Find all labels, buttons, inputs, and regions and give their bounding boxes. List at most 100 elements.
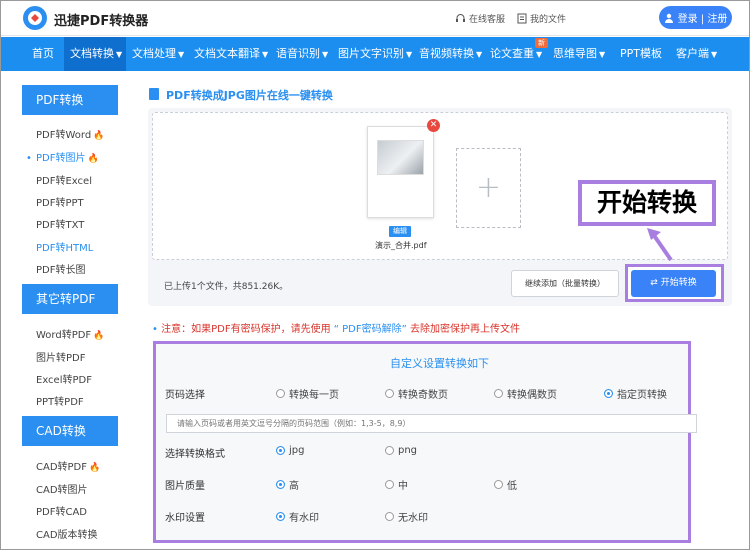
chevron-down-icon: ▼ bbox=[599, 50, 606, 59]
main-nav: 首页 文档转换 ▼ 文档处理 ▼ 文档文本翻译 ▼ 语音识别 ▼ 图片文字识别 ▼ 音视频… bbox=[0, 37, 750, 71]
login-register-label: 登录 | 注册 bbox=[677, 14, 728, 25]
sidebar-item-pdf-to-cad[interactable]: PDF转CAD bbox=[36, 503, 87, 518]
password-remove-link[interactable]: “ PDF密码解除” bbox=[334, 324, 407, 335]
sidebar-item-cad-version[interactable]: CAD版本转换 bbox=[36, 526, 98, 541]
start-convert-button[interactable]: ⇄ 开始转换 bbox=[631, 270, 716, 297]
sidebar-item-pdf-to-word[interactable]: PDF转Word 🔥 bbox=[36, 126, 104, 141]
radio-png[interactable]: png bbox=[385, 445, 417, 456]
chevron-down-icon: ▼ bbox=[476, 50, 483, 59]
app-logo[interactable] bbox=[22, 5, 48, 31]
start-convert-label: 开始转换 bbox=[660, 278, 697, 288]
sidebar-item-pdf-to-excel[interactable]: PDF转Excel bbox=[36, 172, 92, 187]
watermark-label: 水印设置 bbox=[165, 513, 205, 524]
nav-speech[interactable]: 语音识别 ▼ bbox=[276, 37, 334, 71]
chevron-down-icon: ▼ bbox=[406, 50, 413, 59]
continue-add-button[interactable]: 继续添加（批量转换） bbox=[511, 270, 619, 297]
radio-icon bbox=[494, 480, 503, 489]
radio-icon bbox=[276, 389, 285, 398]
user-icon bbox=[664, 13, 673, 23]
my-files-link[interactable]: 我的文件 bbox=[517, 12, 566, 25]
login-register-button[interactable]: 登录 | 注册 bbox=[659, 6, 732, 29]
fire-icon: 🔥 bbox=[89, 463, 101, 473]
document-icon bbox=[149, 88, 159, 100]
sidebar-item-cad-to-pdf[interactable]: CAD转PDF 🔥 bbox=[36, 458, 100, 473]
notice-bullet-icon: • bbox=[152, 324, 158, 335]
page-select-label: 页码选择 bbox=[165, 390, 205, 401]
fire-icon: 🔥 bbox=[87, 154, 99, 164]
radio-icon bbox=[604, 389, 613, 398]
nav-doc-convert[interactable]: 文档转换 ▼ bbox=[64, 37, 126, 71]
radio-jpg[interactable]: jpg bbox=[276, 445, 304, 456]
sidebar-item-image-to-pdf[interactable]: 图片转PDF bbox=[36, 349, 85, 364]
nav-doc-process[interactable]: 文档处理 ▼ bbox=[132, 37, 192, 71]
online-service-label: 在线客服 bbox=[469, 15, 506, 25]
nav-ppt-template[interactable]: PPT模板 bbox=[620, 37, 664, 71]
format-label: 选择转换格式 bbox=[165, 449, 225, 460]
top-header: 迅捷PDF转换器 在线客服 我的文件 登录 | 注册 bbox=[0, 0, 750, 36]
radio-icon bbox=[494, 389, 503, 398]
quality-label: 图片质量 bbox=[165, 481, 205, 492]
sidebar-group-pdf-convert[interactable]: PDF转换 bbox=[22, 85, 118, 115]
plus-icon: + bbox=[475, 170, 502, 205]
radio-quality-high[interactable]: 高 bbox=[276, 477, 299, 492]
nav-client[interactable]: 客户端 ▼ bbox=[676, 37, 738, 71]
brand-name[interactable]: 迅捷PDF转换器 bbox=[54, 10, 148, 29]
sidebar-item-pdf-to-html[interactable]: PDF转HTML bbox=[36, 239, 93, 254]
fire-icon: 🔥 bbox=[93, 331, 105, 341]
page-range-input[interactable] bbox=[166, 414, 697, 433]
nav-mindmap[interactable]: 思维导图 ▼ bbox=[553, 37, 607, 71]
sidebar-item-excel-to-pdf[interactable]: Excel转PDF bbox=[36, 371, 92, 386]
radio-icon bbox=[276, 480, 285, 489]
online-service-link[interactable]: 在线客服 bbox=[455, 12, 505, 25]
file-name: 演示_合并.pdf bbox=[375, 241, 427, 250]
radio-watermark-on[interactable]: 有水印 bbox=[276, 509, 319, 524]
sidebar-item-pdf-to-ppt[interactable]: PDF转PPT bbox=[36, 194, 84, 209]
chevron-down-icon: ▼ bbox=[711, 50, 718, 59]
upload-info: 已上传1个文件，共851.26K。 bbox=[164, 282, 289, 292]
start-convert-callout: 开始转换 bbox=[578, 180, 716, 226]
chevron-down-icon: ▼ bbox=[322, 50, 329, 59]
sidebar-item-ppt-to-pdf[interactable]: PPT转PDF bbox=[36, 393, 84, 408]
file-thumbnail bbox=[377, 140, 424, 175]
add-file-button[interactable]: + bbox=[456, 148, 521, 228]
chevron-down-icon: ▼ bbox=[178, 50, 185, 59]
radio-icon bbox=[385, 446, 394, 455]
radio-quality-low[interactable]: 低 bbox=[494, 477, 517, 492]
radio-icon bbox=[385, 480, 394, 489]
radio-even-pages[interactable]: 转换偶数页 bbox=[494, 386, 557, 401]
sidebar-item-word-to-pdf[interactable]: Word转PDF 🔥 bbox=[36, 326, 104, 341]
close-icon[interactable]: ✕ bbox=[427, 119, 440, 132]
radio-quality-medium[interactable]: 中 bbox=[385, 477, 408, 492]
settings-title: 自定义设置转换如下 bbox=[390, 357, 489, 370]
sidebar-group-cad[interactable]: CAD转换 bbox=[22, 416, 118, 446]
radio-every-page[interactable]: 转换每一页 bbox=[276, 386, 339, 401]
page-title: PDF转换成JPG图片在线一键转换 bbox=[166, 89, 333, 102]
sidebar-group-to-pdf[interactable]: 其它转PDF bbox=[22, 284, 118, 314]
radio-odd-pages[interactable]: 转换奇数页 bbox=[385, 386, 448, 401]
radio-icon bbox=[276, 446, 285, 455]
chevron-down-icon: ▼ bbox=[536, 50, 543, 59]
new-badge: 新 bbox=[535, 38, 548, 48]
radio-icon bbox=[385, 512, 394, 521]
nav-translate[interactable]: 文档文本翻译 ▼ bbox=[194, 37, 274, 71]
chevron-down-icon: ▼ bbox=[116, 50, 123, 59]
notice-text: • 注意：如果PDF有密码保护，请先使用 “ PDF密码解除” 去除加密保护再上… bbox=[152, 324, 520, 335]
edit-button[interactable]: 编辑 bbox=[389, 226, 411, 237]
radio-icon bbox=[276, 512, 285, 521]
fire-icon: 🔥 bbox=[93, 131, 105, 141]
file-icon bbox=[517, 13, 527, 24]
convert-icon: ⇄ bbox=[650, 278, 658, 288]
sidebar-item-cad-to-image[interactable]: CAD转图片 bbox=[36, 481, 88, 496]
sidebar-item-pdf-to-image[interactable]: PDF转图片 🔥 bbox=[36, 149, 99, 164]
radio-watermark-off[interactable]: 无水印 bbox=[385, 509, 428, 524]
my-files-label: 我的文件 bbox=[530, 15, 567, 25]
chevron-down-icon: ▼ bbox=[262, 50, 269, 59]
nav-home[interactable]: 首页 bbox=[22, 37, 60, 71]
sidebar-item-pdf-to-long-image[interactable]: PDF转长图 bbox=[36, 261, 85, 276]
nav-ocr[interactable]: 图片文字识别 ▼ bbox=[338, 37, 413, 71]
sidebar-item-pdf-to-txt[interactable]: PDF转TXT bbox=[36, 216, 84, 231]
active-bullet-icon: • bbox=[26, 153, 32, 164]
radio-icon bbox=[385, 389, 394, 398]
nav-av-convert[interactable]: 音视频转换 ▼ bbox=[419, 37, 483, 71]
radio-specific-pages[interactable]: 指定页转换 bbox=[604, 386, 667, 401]
